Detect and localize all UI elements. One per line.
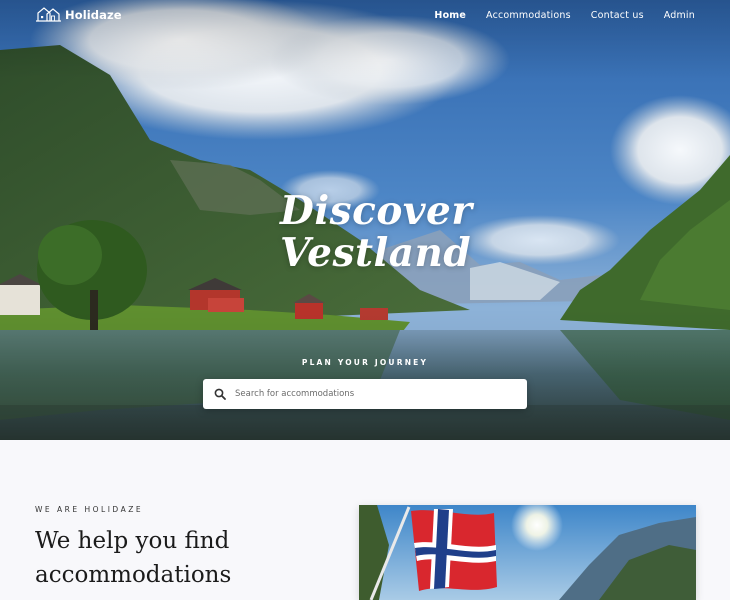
search-bar[interactable] xyxy=(203,379,527,409)
about-section: WE ARE HOLIDAZE We help you find accommo… xyxy=(0,440,730,600)
brand-name: Holidaze xyxy=(65,7,122,22)
about-title-line1: We help you find xyxy=(35,528,230,554)
hero-title-line1: Discover xyxy=(280,188,473,234)
about-title-line2: accommodations xyxy=(35,562,232,588)
norway-flag-photo xyxy=(359,505,696,600)
hero-section: Holidaze Home Accommodations Contact us … xyxy=(0,0,730,440)
nav-contact-us[interactable]: Contact us xyxy=(591,10,644,21)
house-logo-icon xyxy=(36,7,61,22)
nav-admin[interactable]: Admin xyxy=(664,10,695,21)
search-icon[interactable] xyxy=(205,379,235,409)
top-navigation: Holidaze Home Accommodations Contact us … xyxy=(0,0,730,32)
search-input[interactable] xyxy=(235,380,527,408)
about-image xyxy=(359,505,696,600)
nav-links: Home Accommodations Contact us Admin xyxy=(434,10,695,21)
nav-home[interactable]: Home xyxy=(434,10,466,21)
brand-logo[interactable]: Holidaze xyxy=(36,7,122,22)
hero-subtitle: PLAN YOUR JOURNEY xyxy=(301,358,429,367)
nav-accommodations[interactable]: Accommodations xyxy=(486,10,571,21)
about-eyebrow: WE ARE HOLIDAZE xyxy=(35,505,144,514)
hero-title: Discover Vestland xyxy=(280,190,480,274)
about-title: We help you find accommodations xyxy=(35,524,335,592)
hero-title-line2: Vestland xyxy=(280,230,472,276)
